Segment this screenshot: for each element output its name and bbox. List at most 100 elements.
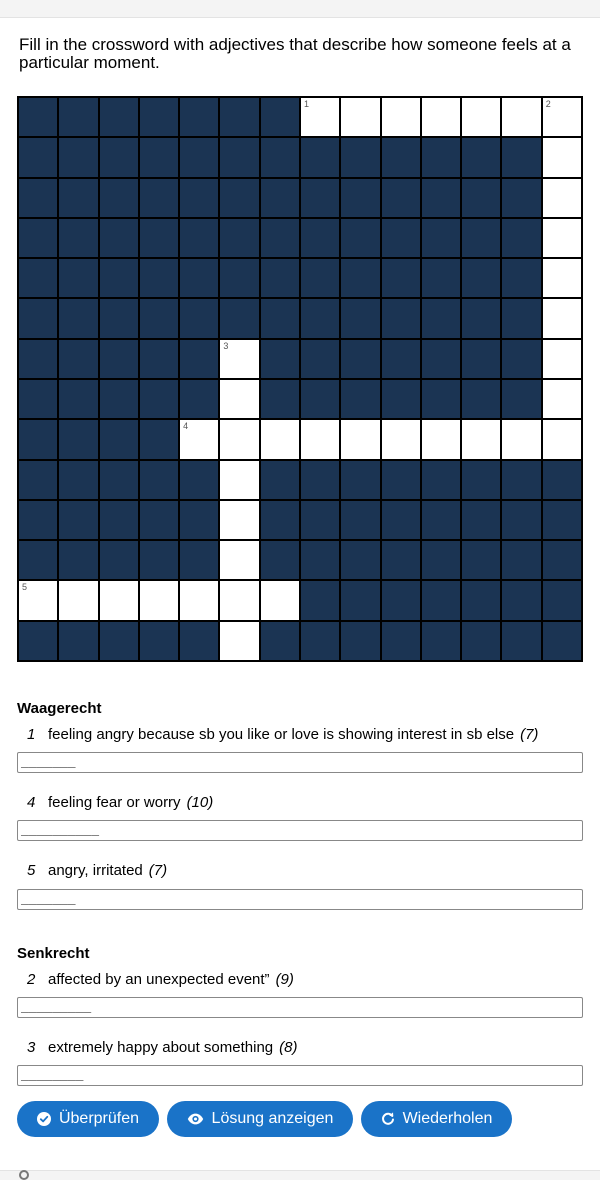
- grid-block-cell: [421, 138, 461, 177]
- grid-block-cell: [421, 500, 461, 540]
- grid-block-cell: [180, 98, 219, 137]
- grid-block-cell: [502, 500, 541, 540]
- grid-block-cell: [139, 259, 179, 298]
- grid-block-cell: [139, 178, 179, 217]
- grid-block-cell: [19, 460, 58, 499]
- cell-number: 3: [223, 340, 229, 351]
- grid-block-cell: [502, 178, 541, 217]
- grid-letter-cell[interactable]: [502, 98, 541, 137]
- grid-block-cell: [341, 500, 380, 540]
- grid-letter-cell[interactable]: [421, 420, 461, 459]
- grid-letter-cell[interactable]: [220, 621, 259, 660]
- grid-letter-cell[interactable]: [220, 500, 259, 540]
- clue-number: 4: [27, 794, 36, 811]
- grid-letter-cell[interactable]: [542, 178, 581, 217]
- grid-letter-cell[interactable]: [220, 380, 259, 419]
- grid-letter-cell[interactable]: [260, 581, 299, 620]
- grid-letter-cell[interactable]: [542, 380, 581, 419]
- grid-block-cell: [19, 259, 58, 298]
- grid-block-cell: [180, 339, 219, 378]
- grid-block-cell: [180, 178, 219, 217]
- crossword-grid: 1 2 3 4 5: [17, 96, 583, 662]
- grid-block-cell: [301, 218, 340, 258]
- grid-block-cell: [381, 138, 420, 177]
- grid-letter-cell[interactable]: [462, 420, 501, 459]
- grid-block-cell: [301, 460, 340, 499]
- grid-letter-cell[interactable]: [542, 218, 581, 258]
- grid-letter-cell[interactable]: [99, 581, 138, 620]
- grid-letter-cell[interactable]: [341, 420, 380, 459]
- grid-block-cell: [462, 621, 501, 660]
- grid-letter-cell[interactable]: [180, 581, 219, 620]
- grid-block-cell: [139, 218, 179, 258]
- grid-block-cell: [260, 500, 299, 540]
- down-heading: Senkrecht: [17, 945, 90, 962]
- grid-letter-cell[interactable]: 3: [220, 339, 259, 378]
- grid-letter-cell[interactable]: [59, 581, 98, 620]
- grid-block-cell: [139, 138, 179, 177]
- grid-letter-cell[interactable]: [139, 581, 179, 620]
- grid-letter-cell[interactable]: [260, 420, 299, 459]
- grid-block-cell: [19, 380, 58, 419]
- grid-block-cell: [341, 581, 380, 620]
- clue-text: feeling angry because sb you like or lov…: [48, 726, 515, 743]
- clue-number: 2: [27, 971, 36, 988]
- retry-button[interactable]: Wiederholen: [361, 1101, 512, 1137]
- grid-letter-cell[interactable]: 4: [180, 420, 219, 459]
- grid-block-cell: [462, 460, 501, 499]
- grid-block-cell: [260, 339, 299, 378]
- grid-block-cell: [139, 98, 179, 137]
- grid-block-cell: [421, 581, 461, 620]
- grid-letter-cell[interactable]: [542, 138, 581, 177]
- grid-letter-cell[interactable]: 2: [542, 98, 581, 137]
- grid-block-cell: [220, 178, 259, 217]
- grid-letter-cell[interactable]: [542, 259, 581, 298]
- grid-block-cell: [180, 541, 219, 580]
- answer-field-down-3[interactable]: ________: [17, 1065, 583, 1086]
- grid-block-cell: [99, 500, 138, 540]
- grid-block-cell: [19, 420, 58, 459]
- grid-block-cell: [260, 178, 299, 217]
- grid-block-cell: [99, 218, 138, 258]
- grid-block-cell: [421, 218, 461, 258]
- grid-block-cell: [421, 178, 461, 217]
- grid-letter-cell[interactable]: [220, 460, 259, 499]
- grid-letter-cell[interactable]: [381, 98, 420, 137]
- grid-letter-cell[interactable]: [220, 541, 259, 580]
- grid-block-cell: [99, 460, 138, 499]
- grid-letter-cell[interactable]: [220, 581, 259, 620]
- grid-letter-cell[interactable]: [341, 98, 380, 137]
- grid-block-cell: [220, 138, 259, 177]
- clue-number: 5: [27, 862, 36, 879]
- grid-letter-cell[interactable]: [542, 339, 581, 378]
- grid-block-cell: [59, 339, 98, 378]
- answer-field-across-1[interactable]: _______: [17, 752, 583, 773]
- check-button[interactable]: Überprüfen: [17, 1101, 159, 1137]
- grid-block-cell: [381, 259, 420, 298]
- grid-letter-cell[interactable]: [421, 98, 461, 137]
- grid-letter-cell[interactable]: [381, 420, 420, 459]
- cell-number: 5: [22, 582, 28, 593]
- grid-letter-cell[interactable]: [301, 420, 340, 459]
- answer-field-across-4[interactable]: __________: [17, 820, 583, 841]
- grid-letter-cell[interactable]: [542, 420, 581, 459]
- grid-letter-cell[interactable]: 1: [301, 98, 340, 137]
- grid-letter-cell[interactable]: [542, 299, 581, 338]
- answer-field-down-2[interactable]: _________: [17, 997, 583, 1018]
- show-solution-button[interactable]: Lösung anzeigen: [167, 1101, 353, 1137]
- show-solution-button-label: Lösung anzeigen: [211, 1110, 334, 1127]
- grid-block-cell: [260, 460, 299, 499]
- grid-block-cell: [220, 98, 259, 137]
- cell-number: 4: [183, 421, 189, 432]
- grid-letter-cell[interactable]: 5: [19, 581, 58, 620]
- grid-block-cell: [180, 380, 219, 419]
- clue-length: (7): [148, 862, 168, 879]
- grid-block-cell: [59, 259, 98, 298]
- grid-letter-cell[interactable]: [502, 420, 541, 459]
- answer-field-across-5[interactable]: _______: [17, 889, 583, 910]
- grid-letter-cell[interactable]: [220, 420, 259, 459]
- check-circle-icon: [36, 1112, 51, 1126]
- grid-letter-cell[interactable]: [462, 98, 501, 137]
- grid-block-cell: [260, 259, 299, 298]
- grid-block-cell: [421, 259, 461, 298]
